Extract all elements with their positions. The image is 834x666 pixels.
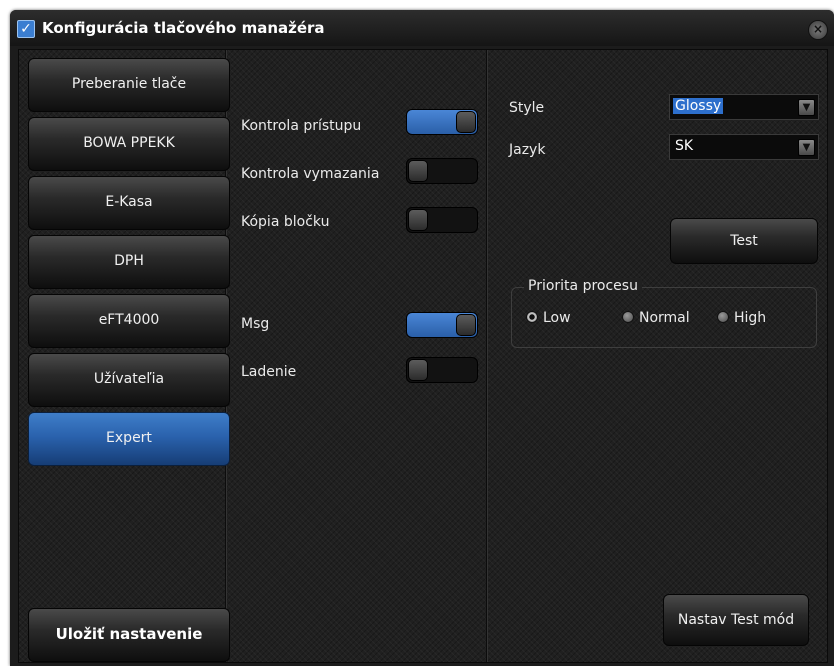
toggle-debug[interactable] [406, 357, 478, 383]
priority-group-title: Priorita procesu [524, 278, 642, 294]
sidebar-item-bowa-ppekk[interactable]: BOWA PPEKK [28, 117, 230, 171]
toggle-knob [456, 314, 476, 336]
sidebar-item-preberanie-tlace[interactable]: Preberanie tlače [28, 58, 230, 112]
priority-group: Priorita procesu Low Normal High [511, 278, 817, 348]
radio-label: Normal [639, 310, 690, 326]
toggle-knob [408, 209, 428, 231]
toggle-label-debug: Ladenie [241, 364, 297, 380]
language-value: SK [675, 138, 694, 154]
chevron-down-icon[interactable]: ▼ [798, 99, 815, 116]
content-panel: Preberanie tlače BOWA PPEKK E-Kasa DPH e… [18, 49, 828, 663]
sidebar-item-expert[interactable]: Expert [28, 412, 230, 466]
toggle-label-receipt-copy: Kópia bločku [241, 214, 330, 230]
app-checkmark-icon: ✓ [17, 20, 35, 38]
radio-label: Low [543, 310, 571, 326]
test-button[interactable]: Test [670, 218, 818, 264]
radio-high[interactable]: High [717, 310, 766, 326]
toggle-knob [456, 111, 476, 133]
toggle-access-control[interactable] [406, 109, 478, 135]
style-label: Style [509, 100, 545, 116]
radio-normal[interactable]: Normal [622, 310, 690, 326]
divider-settings [486, 50, 487, 662]
radio-low[interactable]: Low [526, 310, 571, 326]
close-icon[interactable]: × [808, 20, 828, 40]
toggle-knob [408, 359, 428, 381]
toggle-msg[interactable] [406, 312, 478, 338]
toggle-label-access-control: Kontrola prístupu [241, 118, 362, 134]
save-settings-button[interactable]: Uložiť nastavenie [28, 608, 230, 662]
toggle-label-msg: Msg [241, 316, 270, 332]
language-label: Jazyk [509, 142, 546, 158]
radio-checked-icon [526, 311, 538, 323]
sidebar-item-dph[interactable]: DPH [28, 235, 230, 289]
set-test-mode-button[interactable]: Nastav Test mód [663, 594, 809, 646]
toggle-receipt-copy[interactable] [406, 207, 478, 233]
toggle-label-delete-control: Kontrola vymazania [241, 166, 380, 182]
toggle-delete-control[interactable] [406, 158, 478, 184]
radio-unchecked-icon [717, 311, 729, 323]
sidebar-item-eft4000[interactable]: eFT4000 [28, 294, 230, 348]
style-select[interactable]: Glossy ▼ [669, 94, 819, 120]
radio-unchecked-icon [622, 311, 634, 323]
toggle-knob [408, 160, 428, 182]
chevron-down-icon[interactable]: ▼ [798, 139, 815, 156]
sidebar-item-uzivatelia[interactable]: Užívateľia [28, 353, 230, 407]
sidebar-item-e-kasa[interactable]: E-Kasa [28, 176, 230, 230]
style-value: Glossy [673, 98, 724, 114]
radio-label: High [734, 310, 767, 326]
config-window: ✓ Konfigurácia tlačového manažéra × Preb… [10, 10, 834, 666]
title-bar: ✓ Konfigurácia tlačového manažéra × [10, 10, 834, 46]
window-title: Konfigurácia tlačového manažéra [42, 19, 325, 37]
language-select[interactable]: SK ▼ [669, 134, 819, 160]
